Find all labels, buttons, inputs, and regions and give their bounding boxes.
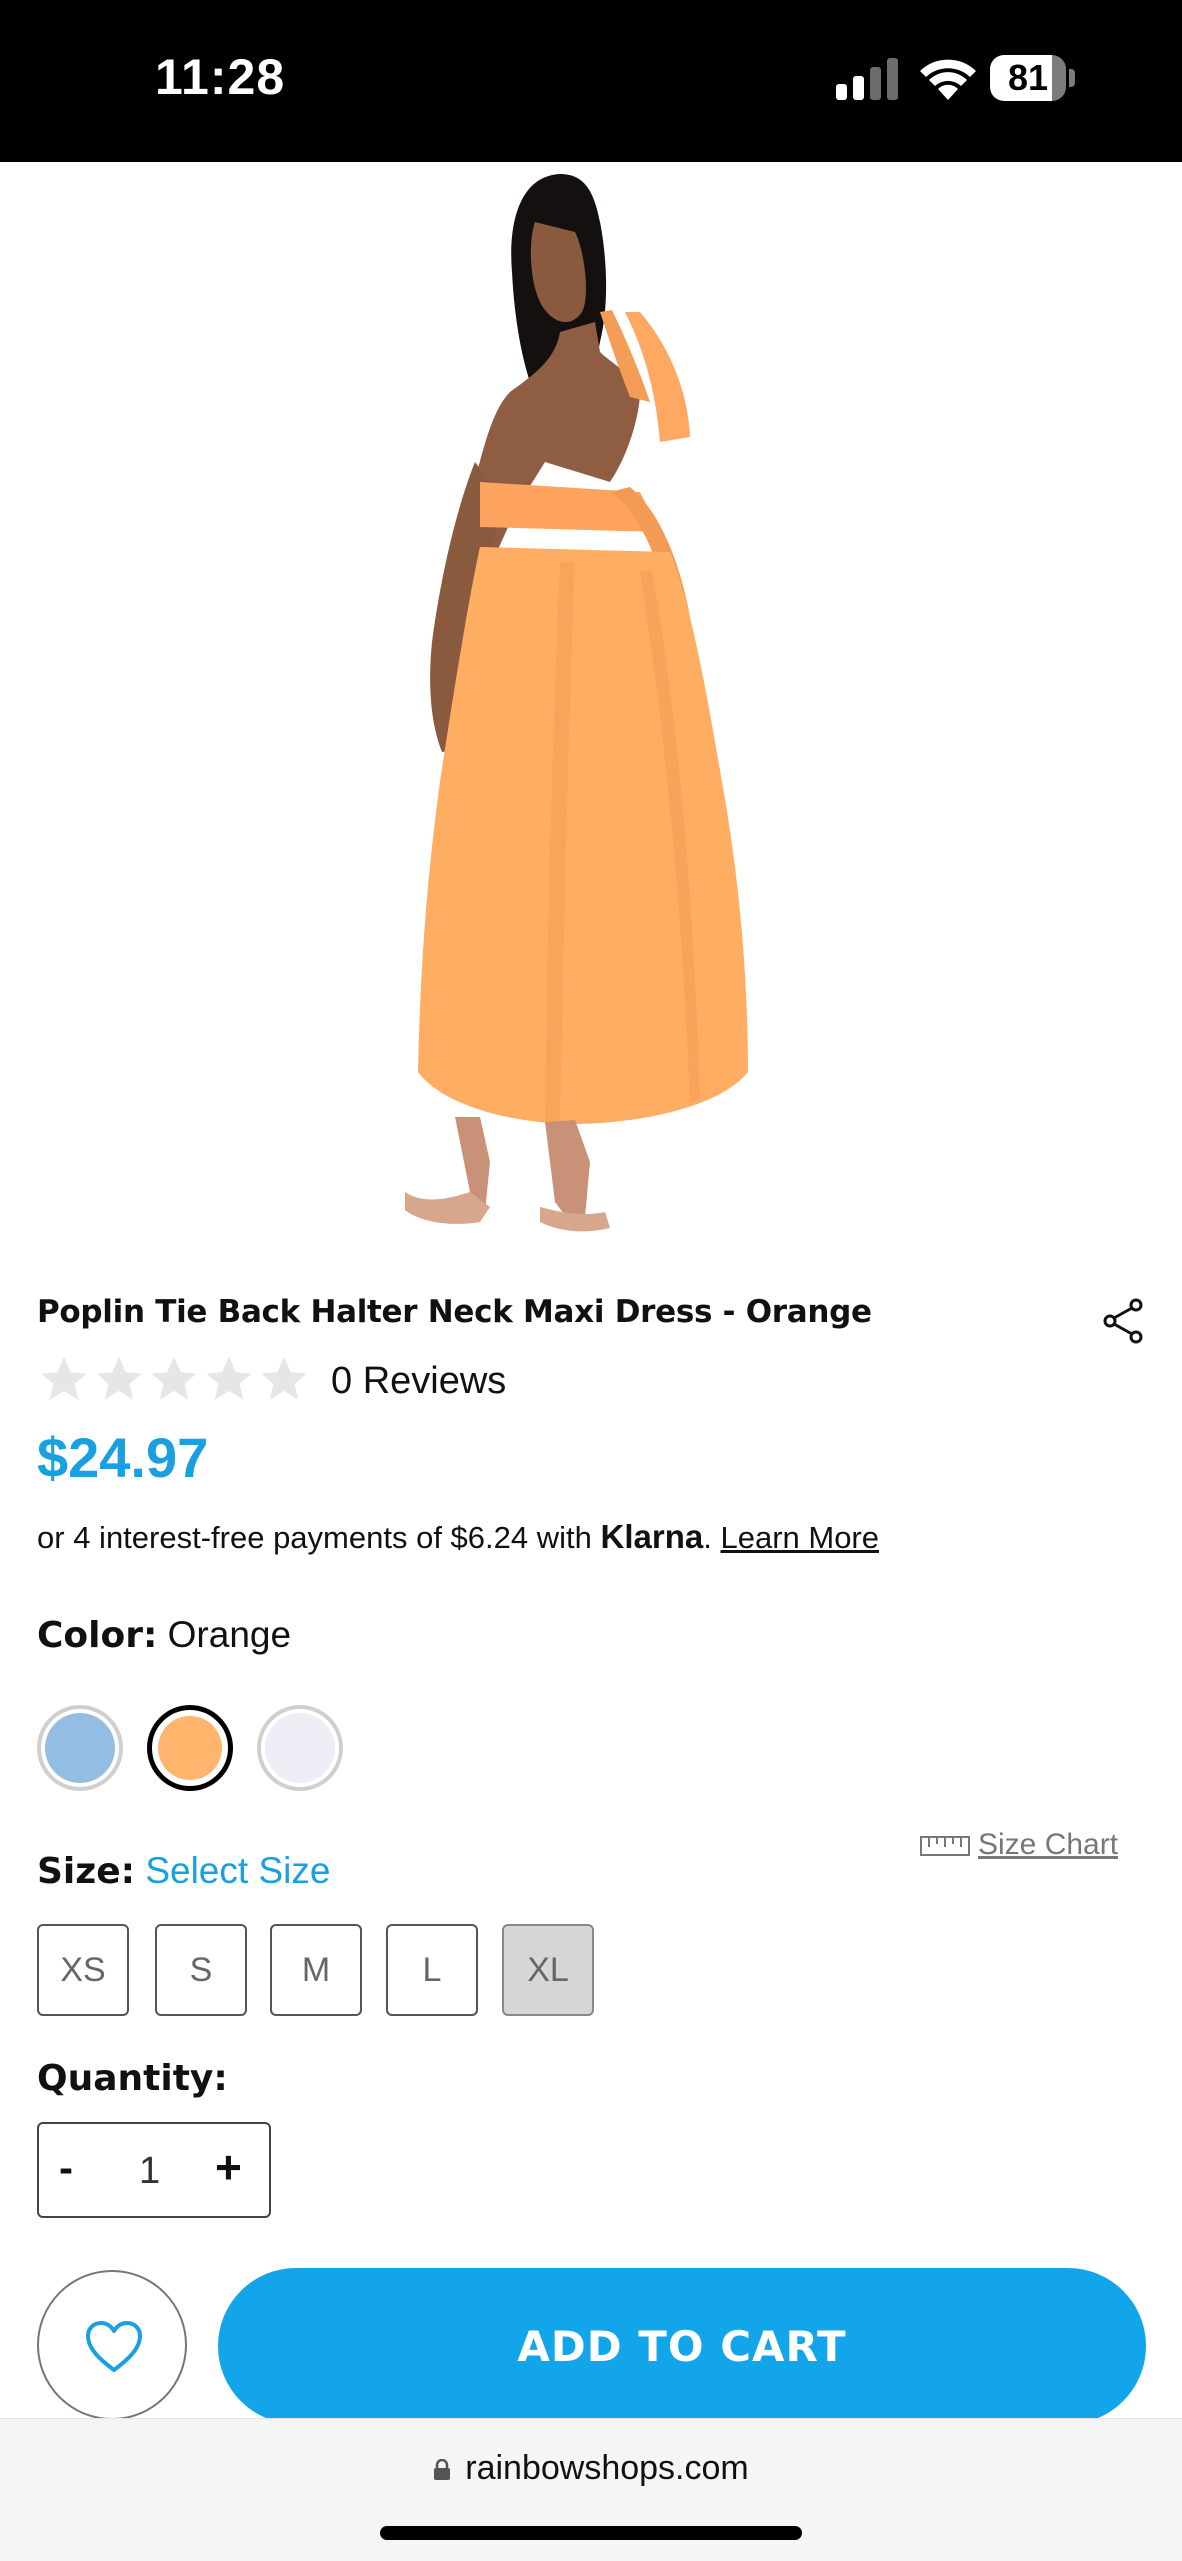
star-icon: [206, 1356, 252, 1400]
product-title: Poplin Tie Back Halter Neck Maxi Dress -…: [37, 1294, 872, 1330]
color-swatch-white[interactable]: [257, 1705, 343, 1791]
star-icon: [151, 1356, 197, 1400]
browser-url-bar[interactable]: rainbowshops.com: [0, 2418, 1182, 2561]
cellular-signal-icon: [836, 58, 898, 100]
color-label-row: Color: Orange: [37, 1614, 291, 1656]
star-icon: [41, 1356, 87, 1400]
battery-percent: 81: [1007, 57, 1049, 98]
home-indicator[interactable]: [380, 2526, 802, 2540]
size-option-m[interactable]: M: [270, 1924, 362, 2016]
reviews-link[interactable]: 0 Reviews: [331, 1360, 506, 1403]
size-label: Size:: [37, 1851, 136, 1892]
product-image[interactable]: [0, 162, 1182, 1252]
klarna-logo: Klarna: [600, 1518, 704, 1555]
size-option-xl[interactable]: XL: [502, 1924, 594, 2016]
quantity-decrease-button[interactable]: -: [59, 2144, 73, 2192]
battery-icon: 81: [990, 55, 1075, 103]
url-text: rainbowshops.com: [465, 2449, 749, 2487]
color-swatch-blue[interactable]: [37, 1705, 123, 1791]
color-value: Orange: [167, 1614, 292, 1655]
klarna-dot: .: [703, 1520, 712, 1555]
status-bar: 11:28 81: [0, 0, 1182, 162]
quantity-increase-button[interactable]: +: [215, 2140, 242, 2194]
lock-icon: [434, 2459, 451, 2480]
url-display[interactable]: rainbowshops.com: [0, 2449, 1182, 2488]
quantity-value[interactable]: 1: [139, 2150, 160, 2193]
star-icon: [261, 1356, 307, 1400]
status-time: 11:28: [155, 49, 286, 105]
color-label: Color:: [37, 1615, 158, 1656]
klarna-installments: or 4 interest-free payments of $6.24 wit…: [37, 1518, 879, 1556]
ruler-icon: [920, 1836, 970, 1857]
heart-icon: [86, 2321, 142, 2372]
rating-stars: [37, 1352, 312, 1406]
size-option-l[interactable]: L: [386, 1924, 478, 2016]
size-chart-label: Size Chart: [978, 1828, 1119, 1861]
size-chart-link[interactable]: Size Chart: [920, 1828, 1118, 1862]
quantity-label: Quantity:: [37, 2058, 228, 2099]
wifi-icon: [920, 59, 976, 100]
klarna-prefix: or: [37, 1520, 65, 1555]
product-price: $24.97: [37, 1426, 209, 1489]
size-option-xs[interactable]: XS: [37, 1924, 129, 2016]
wishlist-button[interactable]: [37, 2270, 187, 2420]
add-to-cart-button[interactable]: ADD TO CART: [218, 2268, 1146, 2424]
color-swatch-orange[interactable]: [147, 1705, 233, 1791]
quantity-stepper: - 1 +: [37, 2122, 271, 2218]
select-size-prompt: Select Size: [145, 1850, 331, 1891]
size-option-s[interactable]: S: [155, 1924, 247, 2016]
share-icon[interactable]: [1102, 1298, 1144, 1344]
star-icon: [96, 1356, 142, 1400]
learn-more-link[interactable]: Learn More: [720, 1520, 879, 1555]
klarna-text: 4 interest-free payments of $6.24 with: [73, 1520, 592, 1555]
size-label-row: Size: Select Size: [37, 1850, 330, 1892]
